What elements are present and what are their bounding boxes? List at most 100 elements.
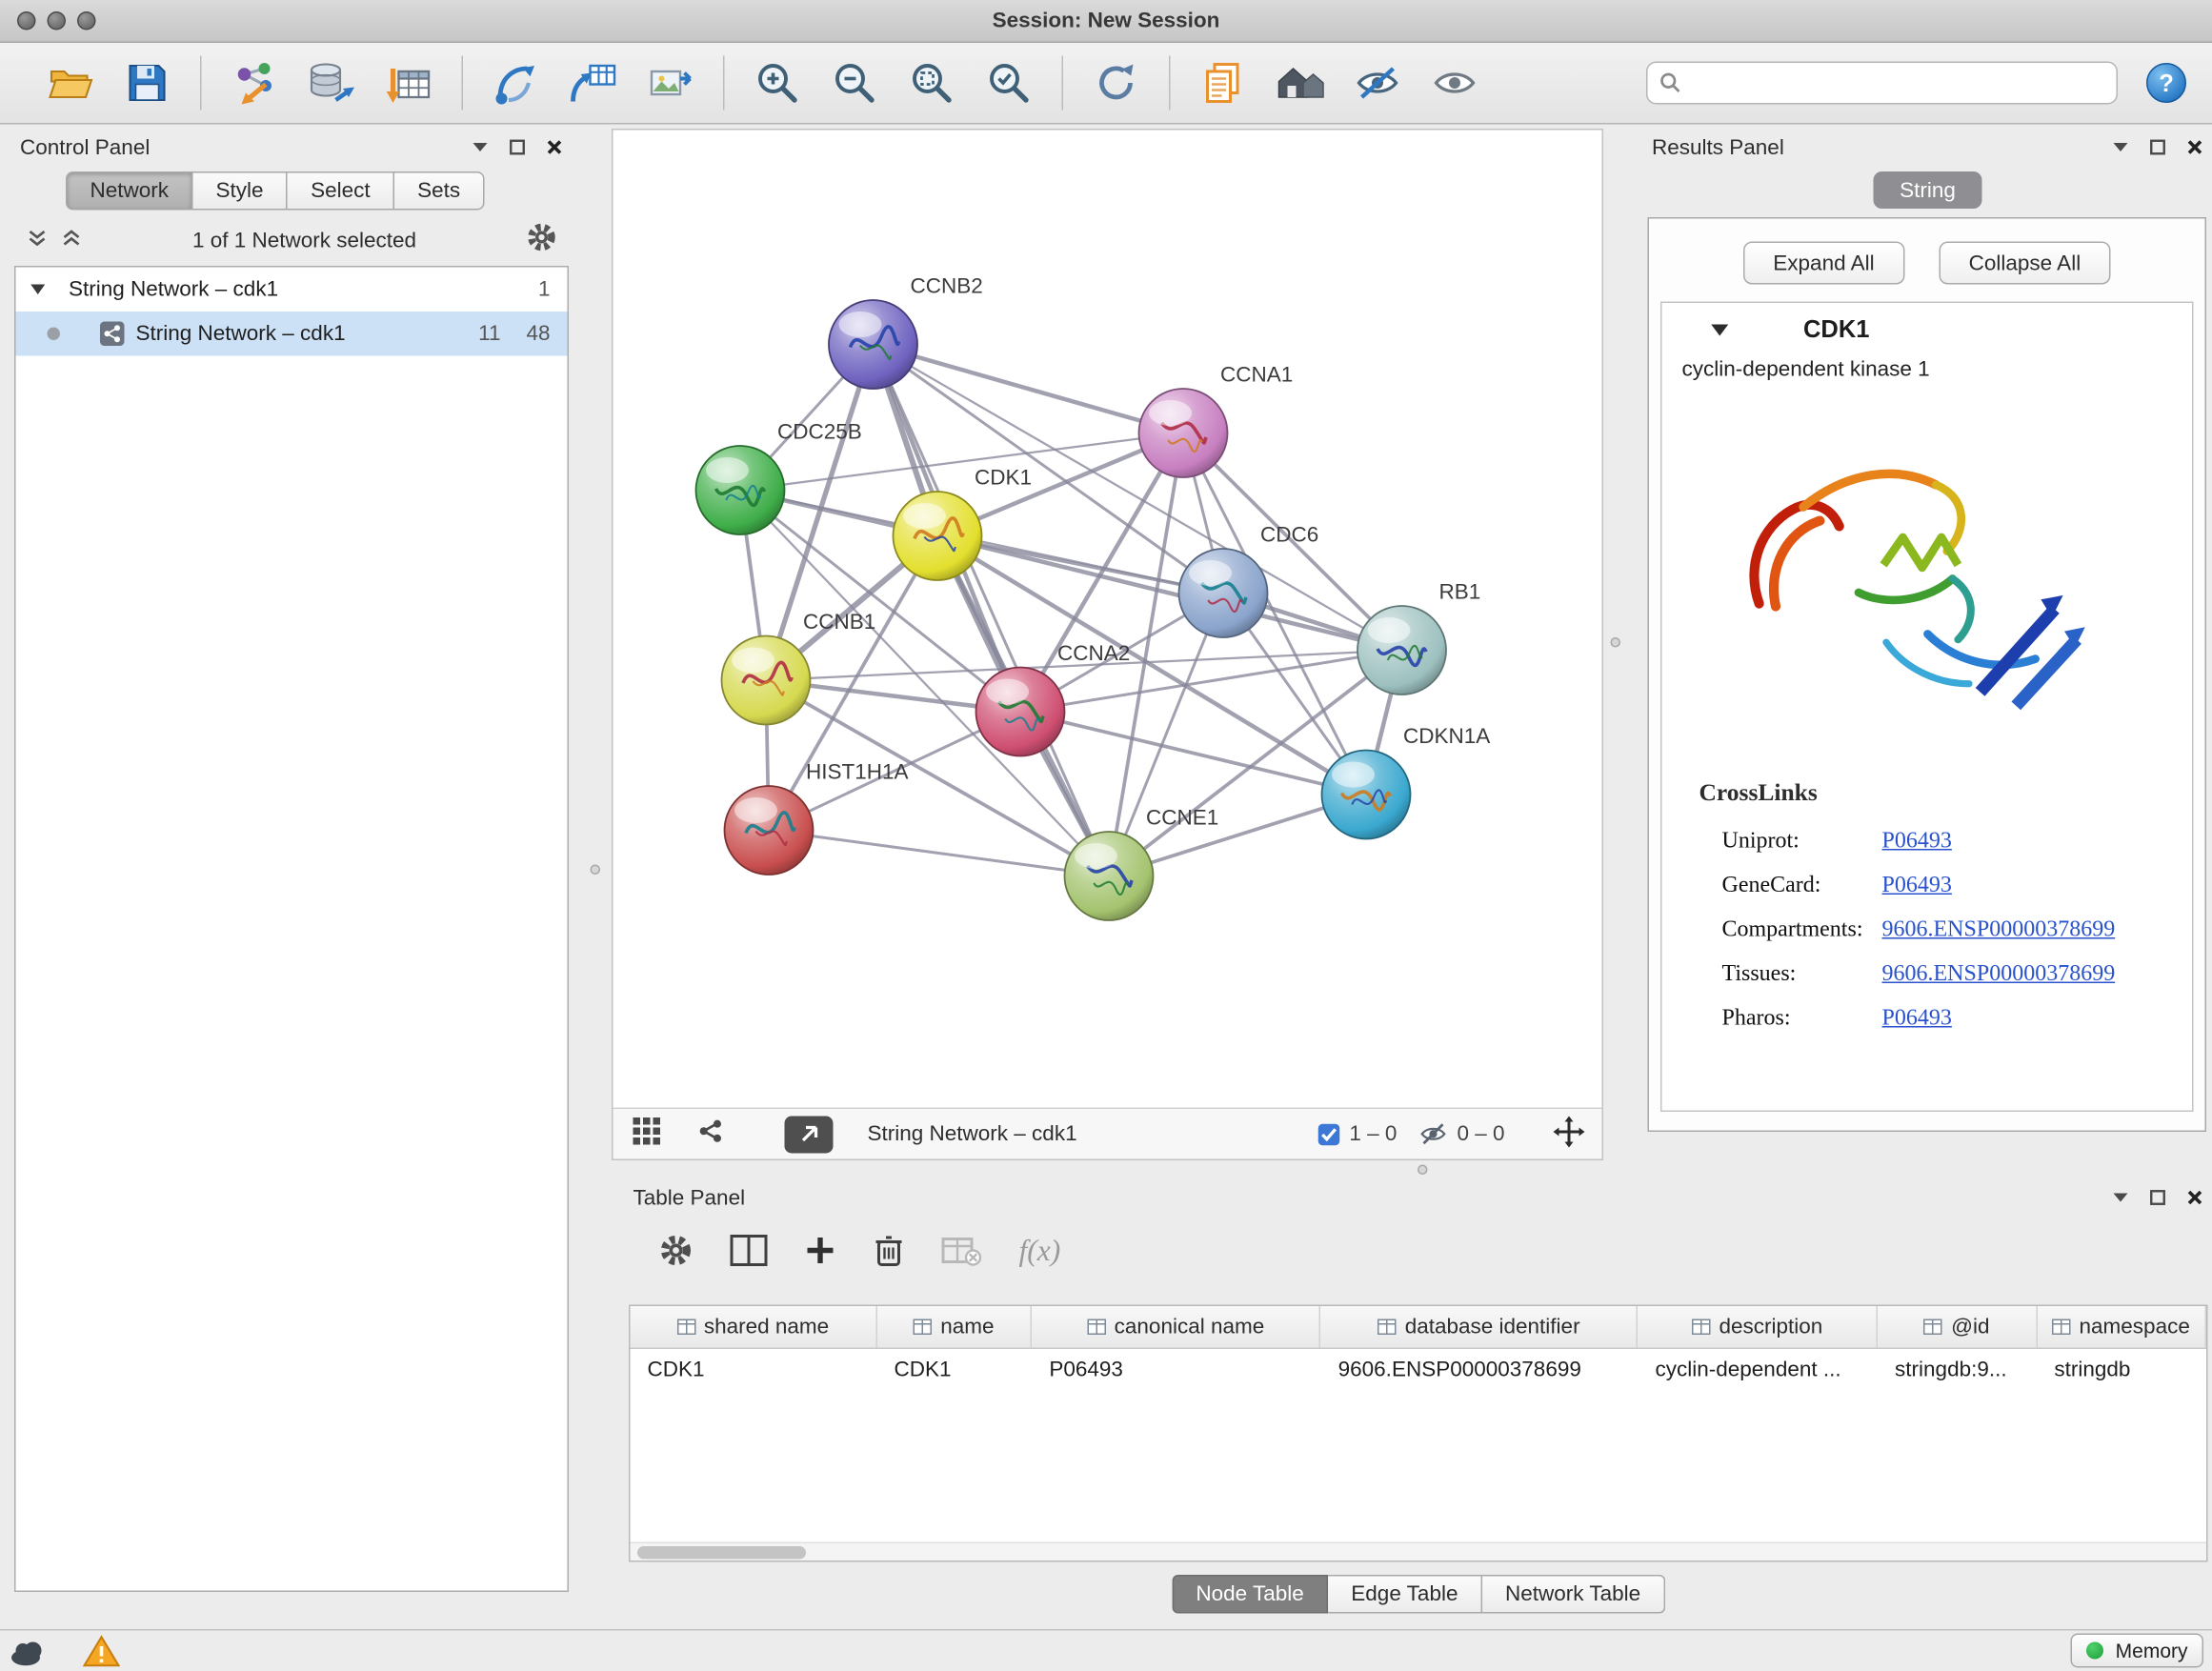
horizontal-splitter-handle[interactable] bbox=[1418, 1165, 1428, 1176]
import-network-file-button[interactable] bbox=[216, 50, 293, 116]
column-header[interactable]: canonical name bbox=[1032, 1306, 1320, 1348]
network-options-gear-icon[interactable] bbox=[526, 222, 557, 259]
zoom-window-button[interactable] bbox=[77, 11, 96, 30]
network-row[interactable]: String Network – cdk1 11 48 bbox=[16, 312, 568, 356]
first-neighbors-button[interactable] bbox=[477, 50, 554, 116]
crosslink-link[interactable]: P06493 bbox=[1882, 828, 1952, 854]
table-cell[interactable]: cyclin-dependent ... bbox=[1638, 1349, 1878, 1389]
column-header[interactable]: shared name bbox=[631, 1306, 877, 1348]
network-collection-row[interactable]: String Network – cdk1 1 bbox=[16, 268, 568, 312]
minimize-window-button[interactable] bbox=[48, 11, 67, 30]
function-builder-button[interactable]: f(x) bbox=[1019, 1233, 1061, 1269]
expand-all-button[interactable]: Expand All bbox=[1743, 242, 1904, 285]
crosslink-link[interactable]: 9606.ENSP00000378699 bbox=[1882, 916, 2116, 942]
hide-selected-button[interactable] bbox=[1339, 50, 1417, 116]
network-edge[interactable] bbox=[937, 536, 1402, 651]
crosslink-link[interactable]: P06493 bbox=[1882, 1005, 1952, 1031]
column-header[interactable]: name bbox=[876, 1306, 1032, 1348]
table-cell[interactable]: P06493 bbox=[1032, 1349, 1320, 1389]
network-node-HIST1H1A[interactable]: HIST1H1A bbox=[725, 760, 909, 876]
network-edge[interactable] bbox=[1020, 712, 1366, 795]
network-node-CDK1[interactable]: CDK1 bbox=[894, 466, 1033, 581]
cloud-status-button[interactable] bbox=[9, 1635, 49, 1666]
network-node-CDC6[interactable]: CDC6 bbox=[1179, 523, 1319, 638]
tab-select[interactable]: Select bbox=[288, 171, 394, 211]
collapse-all-button[interactable]: Collapse All bbox=[1939, 242, 2111, 285]
left-splitter-handle[interactable] bbox=[591, 865, 601, 876]
close-panel-icon[interactable] bbox=[2186, 139, 2203, 156]
column-header[interactable]: @id bbox=[1878, 1306, 2037, 1348]
table-row[interactable]: CDK1 CDK1 P06493 9606.ENSP00000378699 cy… bbox=[631, 1349, 2207, 1389]
table-cell[interactable]: stringdb bbox=[2037, 1349, 2206, 1389]
close-panel-icon[interactable] bbox=[546, 139, 563, 156]
tab-string[interactable]: String bbox=[1874, 171, 1982, 209]
section-collapse-icon[interactable] bbox=[1711, 323, 1730, 337]
save-session-button[interactable] bbox=[109, 50, 186, 116]
network-edge[interactable] bbox=[874, 345, 1110, 876]
open-session-button[interactable] bbox=[31, 50, 109, 116]
welcome-screen-button[interactable] bbox=[1262, 50, 1339, 116]
network-overview-share-icon[interactable] bbox=[697, 1117, 725, 1151]
create-column-button[interactable] bbox=[805, 1235, 836, 1266]
tab-edge-table[interactable]: Edge Table bbox=[1328, 1575, 1482, 1614]
import-table-button[interactable] bbox=[371, 50, 448, 116]
network-node-CCNE1[interactable]: CCNE1 bbox=[1065, 806, 1219, 921]
network-node-CCNA1[interactable]: CCNA1 bbox=[1139, 363, 1294, 478]
collapse-all-networks-icon[interactable] bbox=[26, 228, 49, 252]
panel-menu-icon[interactable] bbox=[472, 142, 489, 153]
tree-expand-icon[interactable] bbox=[30, 283, 47, 296]
tab-network[interactable]: Network bbox=[66, 171, 193, 211]
float-panel-icon[interactable] bbox=[509, 139, 526, 156]
tab-sets[interactable]: Sets bbox=[394, 171, 485, 211]
panel-menu-icon[interactable] bbox=[2112, 142, 2129, 153]
zoom-fit-button[interactable] bbox=[894, 50, 971, 116]
table-cell[interactable]: stringdb:9... bbox=[1878, 1349, 2037, 1389]
tab-style[interactable]: Style bbox=[193, 171, 289, 211]
export-image-button[interactable] bbox=[632, 50, 709, 116]
warnings-button[interactable] bbox=[83, 1634, 120, 1667]
close-panel-icon[interactable] bbox=[2186, 1189, 2203, 1206]
birds-eye-grid-icon[interactable] bbox=[633, 1117, 661, 1151]
pan-crosshair-icon[interactable] bbox=[1554, 1116, 1585, 1153]
right-splitter-handle[interactable] bbox=[1611, 637, 1621, 648]
delete-column-button[interactable] bbox=[874, 1234, 905, 1268]
crosslink-link[interactable]: P06493 bbox=[1882, 873, 1952, 898]
horizontal-scrollbar[interactable] bbox=[631, 1542, 2207, 1561]
table-cell[interactable]: CDK1 bbox=[631, 1349, 877, 1389]
table-cell[interactable]: 9606.ENSP00000378699 bbox=[1321, 1349, 1639, 1389]
new-network-from-selection-button[interactable] bbox=[554, 50, 632, 116]
table-options-button[interactable] bbox=[659, 1234, 694, 1268]
expand-all-networks-icon[interactable] bbox=[60, 228, 83, 252]
close-window-button[interactable] bbox=[17, 11, 36, 30]
network-node-RB1[interactable]: RB1 bbox=[1357, 580, 1480, 695]
column-header[interactable]: database identifier bbox=[1321, 1306, 1639, 1348]
show-columns-button[interactable] bbox=[731, 1235, 768, 1266]
apply-layout-button[interactable] bbox=[1077, 50, 1155, 116]
show-selected-button[interactable] bbox=[1417, 50, 1494, 116]
tab-node-table[interactable]: Node Table bbox=[1172, 1575, 1328, 1614]
panel-menu-icon[interactable] bbox=[2112, 1192, 2129, 1203]
crosslink-link[interactable]: 9606.ENSP00000378699 bbox=[1882, 961, 2116, 987]
tab-network-table[interactable]: Network Table bbox=[1482, 1575, 1665, 1614]
column-header[interactable]: namespace bbox=[2037, 1306, 2206, 1348]
import-network-database-button[interactable] bbox=[293, 50, 371, 116]
memory-button[interactable]: Memory bbox=[2071, 1634, 2203, 1668]
network-node-CCNB1[interactable]: CCNB1 bbox=[722, 610, 876, 725]
help-button[interactable]: ? bbox=[2138, 50, 2195, 116]
table-cell[interactable]: CDK1 bbox=[876, 1349, 1032, 1389]
float-panel-icon[interactable] bbox=[2149, 139, 2166, 156]
column-header[interactable]: description bbox=[1639, 1306, 1879, 1348]
network-canvas[interactable]: CCNB2CCNA1CDC25BCDK1CDC6RB1CCNB1CCNA2CDK… bbox=[613, 131, 1602, 1108]
network-edge[interactable] bbox=[874, 345, 1184, 433]
zoom-selected-button[interactable] bbox=[971, 50, 1048, 116]
zoom-in-button[interactable] bbox=[739, 50, 816, 116]
scrollbar-thumb[interactable] bbox=[637, 1546, 806, 1560]
network-node-CCNB2[interactable]: CCNB2 bbox=[829, 274, 983, 390]
open-in-new-window-button[interactable] bbox=[785, 1116, 834, 1153]
float-panel-icon[interactable] bbox=[2149, 1189, 2166, 1206]
network-edge[interactable] bbox=[769, 831, 1109, 876]
show-graphics-details-button[interactable] bbox=[1185, 50, 1262, 116]
zoom-out-button[interactable] bbox=[816, 50, 894, 116]
network-node-CDKN1A[interactable]: CDKN1A bbox=[1322, 724, 1491, 839]
search-input[interactable] bbox=[1691, 71, 2105, 94]
